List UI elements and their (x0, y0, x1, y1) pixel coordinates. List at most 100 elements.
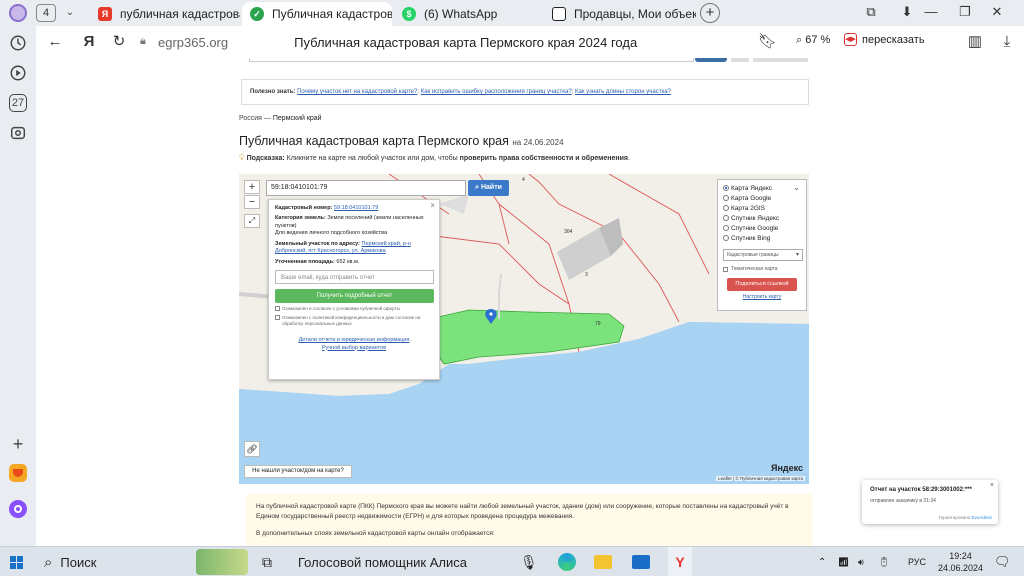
back-icon[interactable]: ← (46, 33, 64, 51)
layer-select[interactable]: Кадастровые границы (723, 249, 803, 261)
add-icon[interactable]: + (8, 434, 28, 454)
thematic-checkbox[interactable]: Тематическая карта (723, 266, 801, 272)
fullscreen-icon[interactable]: ⤢ (244, 214, 260, 228)
address-label: Земельный участок по адресу: (275, 240, 360, 247)
tab-yandex-search[interactable]: Я публичная кадастровая к (90, 2, 240, 26)
chevron-down-icon[interactable]: ⌄ (793, 183, 800, 192)
site-header-button[interactable] (753, 58, 808, 62)
useful-link[interactable]: Как исправить ошибку расположения границ… (421, 89, 572, 95)
taskbar-search[interactable]: ⌕ Поиск (44, 547, 96, 576)
task-view-icon[interactable]: ⧉ (262, 547, 272, 576)
clock[interactable]: 19:24 24.06.2024 (938, 547, 983, 576)
layer-label: Карта 2GIS (731, 204, 766, 212)
parcel-info-popup: × Кадастровый номер: 59:18:0410101:79 Ка… (268, 199, 440, 380)
layer-option[interactable]: Карта Google (723, 193, 801, 203)
alice-assistant[interactable]: Голосовой помощник Алиса (298, 547, 467, 576)
wifi-icon[interactable]: 📶︎ (838, 547, 849, 576)
yandex-icon[interactable]: Я (80, 33, 98, 51)
layer-option[interactable]: Карта Яндекс (723, 183, 801, 193)
tab-bar: 4 ⌄ Я публичная кадастровая к ✓ Публична… (36, 0, 1024, 26)
start-button[interactable] (10, 547, 23, 576)
profile-avatar[interactable] (8, 3, 28, 23)
layer-option[interactable]: Карта 2GIS (723, 203, 801, 213)
notification-subtitle: отправлен заказчику в 21:34 (870, 498, 936, 504)
microphone-icon[interactable]: 🎙︎ (520, 547, 538, 576)
chevron-down-icon[interactable]: ⌄ (62, 5, 78, 21)
tab-sellers[interactable]: Продавцы, Мои объекты (544, 2, 696, 26)
site-search-button[interactable] (695, 58, 727, 62)
chevron-up-icon[interactable]: ⌃ (818, 547, 826, 576)
tab-count[interactable]: 4 (36, 4, 56, 22)
volume-icon[interactable]: 🔊︎ (858, 547, 864, 576)
assistant-label: Голосовой помощник Алиса (298, 554, 467, 570)
offer-checkbox[interactable]: Ознакомлен и согласен с условиями публич… (275, 305, 433, 312)
not-found-button[interactable]: Не нашли участок/дом на карте? (244, 465, 352, 478)
layer-option[interactable]: Спутник Bing (723, 233, 801, 243)
alice-icon[interactable] (8, 499, 28, 519)
cad-link[interactable]: 59:18:0410101:79 (334, 205, 378, 211)
restore-button[interactable]: ❐ (956, 4, 974, 20)
download-icon[interactable]: ⤓ (998, 33, 1016, 51)
privacy-checkbox[interactable]: Ознакомлен с политикой конфиденциальност… (275, 315, 433, 327)
zoom-out-button[interactable]: − (244, 195, 260, 209)
notifications-icon[interactable]: 🗨︎ (994, 547, 1011, 576)
breadcrumb: Россия — Пермский край (239, 115, 322, 122)
address-row: Земельный участок по адресу: Пермский кр… (275, 241, 433, 256)
close-icon[interactable]: × (990, 482, 994, 489)
breadcrumb-root[interactable]: Россия (239, 115, 262, 122)
cadastral-map[interactable]: 304 4 3 79 + − ⤢ 59:18:0410101:79 ⌕ Найт… (239, 174, 809, 484)
close-icon[interactable]: × (430, 201, 435, 212)
minimize-button[interactable]: — (922, 4, 940, 19)
report-notification[interactable]: × Отчет на участок 58:29:3001002:*** отп… (862, 480, 998, 524)
tab-cadastral-map[interactable]: ✓ Публичная кадастрова ✕ (242, 2, 392, 26)
reload-icon[interactable]: ↻ (110, 33, 128, 51)
powered-brand[interactable]: EvoAdmin (971, 515, 992, 520)
map-attribution[interactable]: Leaflet | © Публичная кадастровая карта (716, 476, 805, 481)
history-icon[interactable] (8, 33, 28, 53)
tab-whatsapp[interactable]: $ (6) WhatsApp (394, 2, 540, 26)
setup-map-link[interactable]: Настроить карту (723, 294, 801, 300)
address-bar: ← Я ↻ 🔒︎ egrp365.org Публичная кадастров… (36, 26, 1024, 58)
map-label: 79 (595, 321, 601, 327)
find-label: Найти (480, 184, 502, 191)
video-icon[interactable] (8, 63, 28, 83)
tab-manager-icon[interactable]: ⧉ (862, 4, 880, 20)
language-indicator[interactable]: РУС (908, 547, 926, 576)
zoom-level[interactable]: ⌕ 67 % (796, 34, 830, 47)
retell-button[interactable]: ◀▶ пересказать (844, 33, 925, 46)
useful-links-box: Полезно знать: Почему участок нет на кад… (241, 79, 809, 105)
calendar-icon[interactable]: 27 (8, 93, 28, 113)
bookmark-icon[interactable]: 🔖︎ (758, 33, 777, 51)
get-report-button[interactable]: Получить подробный отчет (275, 288, 434, 303)
site-search-input[interactable] (249, 58, 694, 62)
email-field[interactable]: Ваше email, куда отправить отчет (275, 269, 434, 284)
cadastral-search-input[interactable]: 59:18:0410101:79 (266, 180, 466, 196)
file-explorer-icon[interactable] (594, 547, 612, 576)
share-link-button[interactable]: Поделиться ссылкой (727, 278, 797, 291)
layer-option[interactable]: Спутник Яндекс (723, 213, 801, 223)
yandex-market-icon[interactable] (8, 463, 28, 483)
site-header-button[interactable] (731, 58, 749, 62)
report-details-link[interactable]: Детали отчета и юридическая информация (299, 337, 410, 343)
mail-icon[interactable] (632, 547, 650, 576)
extensions-icon[interactable]: ▥ (966, 33, 984, 51)
yandex-browser-icon[interactable]: Y (668, 547, 692, 576)
manual-select-link[interactable]: Ручной выбор вариантов (322, 345, 386, 351)
page-title-in-url: Публичная кадастровая карта Пермского кр… (294, 34, 638, 50)
description-block: На публичной кадастровой карте (ПКК) Пер… (246, 494, 812, 546)
url-field[interactable]: 🔒︎ egrp365.org Публичная кадастровая кар… (136, 30, 816, 54)
find-button[interactable]: ⌕ Найти (468, 180, 509, 196)
weather-widget-icon[interactable] (196, 547, 248, 576)
useful-link[interactable]: Как узнать длины сторон участка? (575, 89, 671, 95)
zoom-in-button[interactable]: + (244, 180, 260, 194)
useful-link[interactable]: Почему участок нет на кадастровой карте? (297, 89, 417, 95)
search-icon: ⌕ (475, 184, 479, 191)
collections-icon[interactable] (8, 123, 28, 143)
battery-icon[interactable]: 🔋︎ (878, 547, 889, 576)
new-tab-button[interactable]: + (700, 3, 720, 23)
layer-option[interactable]: Спутник Google (723, 223, 801, 233)
link-icon[interactable]: 🔗︎ (244, 441, 260, 457)
downloads-bookmark-icon[interactable]: ⬇ (898, 4, 916, 20)
edge-icon[interactable] (558, 547, 576, 576)
close-window-button[interactable]: ✕ (988, 4, 1006, 20)
